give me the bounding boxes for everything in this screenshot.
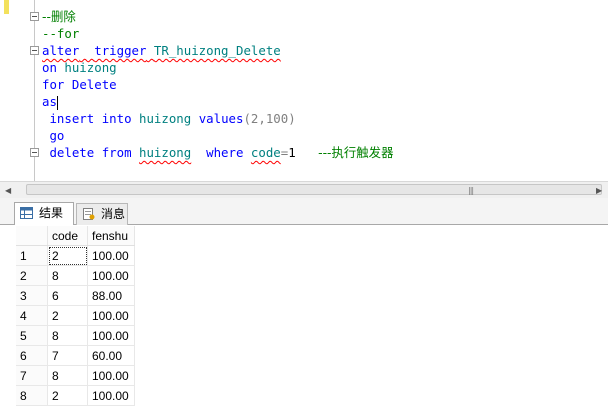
code-token: Delete bbox=[71, 77, 117, 92]
code-token: --for bbox=[42, 26, 80, 41]
tab-results-label: 结果 bbox=[39, 206, 64, 220]
cell-code[interactable]: 8 bbox=[47, 265, 88, 286]
table-row[interactable]: 1 2 100.00 bbox=[16, 245, 135, 266]
code-token: values bbox=[198, 111, 244, 126]
collapse-icon[interactable] bbox=[30, 148, 39, 157]
table-row[interactable]: 7 8 100.00 bbox=[16, 365, 135, 386]
code-token: 1 bbox=[288, 145, 296, 160]
changed-line-marker bbox=[4, 0, 9, 14]
cell-fenshu[interactable]: 100.00 bbox=[87, 265, 135, 286]
arrow-right-icon[interactable]: ▶ bbox=[596, 186, 602, 195]
table-row[interactable]: 3 6 88.00 bbox=[16, 285, 135, 306]
horizontal-scrollbar[interactable]: ◀ ||| ▶ bbox=[0, 181, 608, 198]
code-token: insert bbox=[42, 111, 95, 126]
code-token: code bbox=[250, 145, 281, 160]
grid-corner[interactable] bbox=[16, 226, 48, 246]
tab-results[interactable]: 结果 bbox=[14, 202, 74, 225]
row-number[interactable]: 2 bbox=[16, 265, 48, 286]
code-line[interactable]: on huizong bbox=[42, 59, 117, 76]
table-row[interactable]: 5 8 100.00 bbox=[16, 325, 135, 346]
code-line[interactable]: insert into huizong values(2,100) bbox=[42, 110, 296, 127]
code-token: go bbox=[42, 128, 65, 143]
row-number[interactable]: 3 bbox=[16, 285, 48, 306]
arrow-left-icon[interactable]: ◀ bbox=[5, 186, 11, 195]
row-number[interactable]: 7 bbox=[16, 365, 48, 386]
column-header-fenshu[interactable]: fenshu bbox=[87, 226, 135, 246]
table-row[interactable]: 2 8 100.00 bbox=[16, 265, 135, 286]
code-token: --删除 bbox=[42, 9, 76, 24]
code-token: huizong bbox=[139, 145, 192, 160]
table-row[interactable]: 8 2 100.00 bbox=[16, 385, 135, 406]
cell-fenshu[interactable]: 60.00 bbox=[87, 345, 135, 366]
text-caret bbox=[56, 95, 58, 110]
results-grid[interactable]: code fenshu 1 2 100.00 2 8 100.00 3 6 88.00 4 2 100… bbox=[16, 226, 135, 406]
cell-code[interactable]: 2 bbox=[47, 245, 88, 266]
cell-fenshu[interactable]: 100.00 bbox=[87, 365, 135, 386]
cell-fenshu[interactable]: 100.00 bbox=[87, 325, 135, 346]
code-line[interactable]: as bbox=[42, 93, 58, 110]
scrollbar-thumb[interactable]: ||| bbox=[26, 184, 602, 195]
row-number[interactable]: 8 bbox=[16, 385, 48, 406]
code-token: as bbox=[42, 94, 57, 109]
cell-code[interactable]: 8 bbox=[47, 325, 88, 346]
code-line[interactable]: delete from huizong where code=1 ---执行触发… bbox=[42, 144, 393, 161]
code-token: (2,100) bbox=[243, 111, 296, 126]
code-token: on bbox=[42, 60, 57, 75]
grip-icon: ||| bbox=[468, 186, 474, 195]
code-token: from bbox=[101, 145, 132, 160]
tab-messages-label: 消息 bbox=[101, 207, 126, 221]
code-token: where bbox=[206, 145, 244, 160]
sql-editor[interactable]: --删除 --for alter trigger TR_huizong_Delete… bbox=[0, 0, 608, 181]
code-line[interactable]: --删除 bbox=[42, 8, 76, 25]
cell-code[interactable]: 7 bbox=[47, 345, 88, 366]
cell-fenshu[interactable]: 100.00 bbox=[87, 305, 135, 326]
cell-fenshu[interactable]: 100.00 bbox=[87, 385, 135, 406]
collapse-icon[interactable] bbox=[30, 46, 39, 55]
cell-fenshu[interactable]: 88.00 bbox=[87, 285, 135, 306]
row-number[interactable]: 5 bbox=[16, 325, 48, 346]
cell-fenshu[interactable]: 100.00 bbox=[87, 245, 135, 266]
code-token: alter bbox=[42, 43, 80, 58]
code-line[interactable]: alter trigger TR_huizong_Delete bbox=[42, 42, 281, 59]
code-token: trigger bbox=[94, 43, 147, 58]
cell-code[interactable]: 2 bbox=[47, 305, 88, 326]
cell-code[interactable]: 2 bbox=[47, 385, 88, 406]
code-token: ---执行触发器 bbox=[318, 145, 394, 160]
code-token: for bbox=[42, 77, 65, 92]
code-token: huizong bbox=[139, 111, 192, 126]
table-row[interactable]: 4 2 100.00 bbox=[16, 305, 135, 326]
results-tabstrip: 结果 消息 bbox=[0, 198, 608, 225]
results-left-margin bbox=[0, 225, 16, 417]
collapse-icon[interactable] bbox=[30, 12, 39, 21]
code-token: TR_huizong_Delete bbox=[153, 43, 281, 58]
cell-code[interactable]: 6 bbox=[47, 285, 88, 306]
message-icon bbox=[83, 208, 95, 220]
row-number[interactable]: 4 bbox=[16, 305, 48, 326]
code-token: delete bbox=[42, 145, 95, 160]
tab-messages[interactable]: 消息 bbox=[76, 203, 128, 225]
code-token: into bbox=[101, 111, 132, 126]
code-line[interactable]: --for bbox=[42, 25, 79, 42]
column-header-code[interactable]: code bbox=[47, 226, 88, 246]
cell-code[interactable]: 8 bbox=[47, 365, 88, 386]
grid-icon bbox=[20, 207, 33, 219]
row-number[interactable]: 6 bbox=[16, 345, 48, 366]
row-number[interactable]: 1 bbox=[16, 245, 48, 266]
code-token: huizong bbox=[64, 60, 117, 75]
code-line[interactable]: for Delete bbox=[42, 76, 117, 93]
code-line[interactable]: go bbox=[42, 127, 64, 144]
grid-header-row: code fenshu bbox=[16, 226, 135, 246]
table-row[interactable]: 6 7 60.00 bbox=[16, 345, 135, 366]
